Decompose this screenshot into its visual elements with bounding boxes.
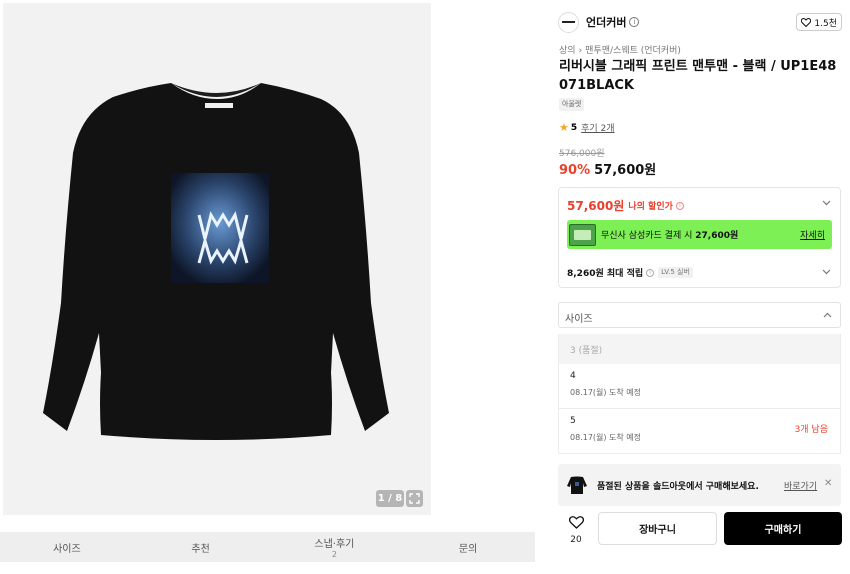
heart-icon	[801, 17, 812, 27]
info-icon[interactable]: i	[646, 268, 655, 277]
tab-count: 2	[331, 550, 337, 559]
heart-icon	[568, 516, 584, 529]
my-discount-price[interactable]: 57,600원 나의 할인가 i	[567, 197, 684, 214]
outlet-tag: 아울렛	[559, 98, 585, 111]
tab-label: 추천	[191, 543, 210, 555]
card-promo-price: 27,600원	[695, 231, 739, 241]
delivery-date: 08.17(월) 도착 예정	[570, 433, 642, 442]
points-row[interactable]: 8,260원 최대 적립 i LV.5 실버	[567, 266, 693, 279]
card-image	[569, 223, 596, 246]
card-promo-prefix: 무신사 삼성카드 결제 시	[601, 231, 693, 241]
card-promo-banner[interactable]: 무신사 삼성카드 결제 시 27,600원 자세히	[567, 220, 832, 249]
product-image-gallery[interactable]: 1 / 8	[3, 3, 431, 515]
size-select-label: 사이즈	[565, 314, 593, 325]
size-options-list: 3 (품절) 4 08.17(월) 도착 예정 5 08.17(월) 도착 예정…	[558, 334, 841, 454]
price-row: 90% 57,600원	[559, 159, 656, 178]
size-option-label: 5	[570, 416, 576, 426]
product-info-panel: 언더커버 i 1.5천 상의 › 맨투맨/스웨트 (언더커버) 리버시블 그래픽 프…	[548, 0, 850, 574]
brand-like-button[interactable]: 1.5천	[796, 13, 842, 31]
breadcrumb-item[interactable]: 맨투맨/스웨트 (언더커버)	[585, 46, 681, 56]
like-count: 20	[570, 535, 582, 545]
size-option[interactable]: 4 08.17(월) 도착 예정	[559, 364, 840, 409]
stock-remaining: 3개 남음	[794, 425, 828, 435]
rating: ★ 5 후기 2개	[559, 121, 615, 134]
rating-score: 5	[570, 122, 578, 133]
size-option-label: 4	[570, 371, 576, 381]
product-title: 리버시블 그래픽 프린트 맨투맨 - 블랙 / UP1E48071BLACK	[559, 59, 837, 93]
chevron-up-icon	[823, 312, 832, 318]
chevron-down-icon[interactable]	[822, 269, 831, 275]
size-option-label: 3 (품절)	[570, 346, 603, 356]
info-icon[interactable]: i	[675, 201, 684, 210]
review-count-link[interactable]: 후기 2개	[581, 121, 614, 134]
tab-size[interactable]: 사이즈	[0, 532, 134, 562]
points-value: 8,260원 최대 적립	[567, 269, 644, 279]
chevron-down-icon[interactable]	[822, 200, 831, 206]
info-icon[interactable]: i	[629, 17, 640, 27]
tab-recommend[interactable]: 추천	[134, 532, 268, 562]
expand-icon[interactable]	[406, 490, 423, 507]
sweatshirt-thumbnail	[567, 476, 587, 494]
size-option-soldout: 3 (품절)	[559, 334, 840, 364]
brand-like-count: 1.5천	[814, 18, 837, 29]
brand-name[interactable]: 언더커버	[586, 14, 626, 30]
breadcrumb: 상의 › 맨투맨/스웨트 (언더커버)	[559, 43, 681, 56]
brand-row: 언더커버 i 1.5천	[558, 11, 842, 33]
discount-rate: 90%	[559, 163, 591, 178]
my-price-label: 나의 할인가	[628, 202, 673, 212]
tab-label: 문의	[458, 543, 478, 555]
my-price-value: 57,600원	[567, 199, 625, 213]
size-option[interactable]: 5 08.17(월) 도착 예정 3개 남음	[559, 409, 840, 454]
member-level-badge: LV.5 실버	[658, 267, 693, 278]
product-image	[43, 83, 389, 440]
soldout-go-link[interactable]: 바로가기	[784, 479, 817, 492]
card-promo-text: 무신사 삼성카드 결제 시 27,600원	[601, 228, 738, 241]
tab-inquiry[interactable]: 문의	[401, 532, 535, 562]
image-counter: 1 / 8	[376, 490, 404, 507]
card-promo-detail-link[interactable]: 자세히	[800, 228, 825, 241]
brand-logo[interactable]	[558, 11, 579, 33]
buy-now-button[interactable]: 구매하기	[724, 512, 842, 545]
tab-label: 스냅·후기	[314, 539, 355, 550]
star-icon: ★	[559, 121, 569, 134]
size-select[interactable]: 사이즈	[558, 302, 841, 328]
soldout-notice-text: 품절된 상품을 솔드아웃에서 구매해보세요.	[597, 482, 759, 492]
tab-label: 사이즈	[53, 543, 81, 555]
soldout-notice-banner: 품절된 상품을 솔드아웃에서 구매해보세요. 바로가기 ✕	[558, 464, 841, 506]
close-icon[interactable]: ✕	[824, 478, 832, 489]
delivery-date: 08.17(월) 도착 예정	[570, 388, 642, 397]
add-to-cart-button[interactable]: 장바구니	[598, 512, 717, 545]
product-like-button[interactable]: 20	[562, 514, 590, 545]
product-section-tabs: 사이즈 추천 스냅·후기 2 문의	[0, 532, 535, 562]
breadcrumb-item[interactable]: 상의	[559, 46, 576, 56]
original-price: 576,000원	[559, 149, 605, 159]
chevron-right-icon: ›	[578, 46, 583, 56]
benefit-box: 57,600원 나의 할인가 i 무신사 삼성카드 결제 시 27,600원 자…	[558, 187, 841, 288]
sale-price: 57,600원	[594, 163, 657, 178]
tab-snap-review[interactable]: 스냅·후기 2	[268, 532, 402, 562]
